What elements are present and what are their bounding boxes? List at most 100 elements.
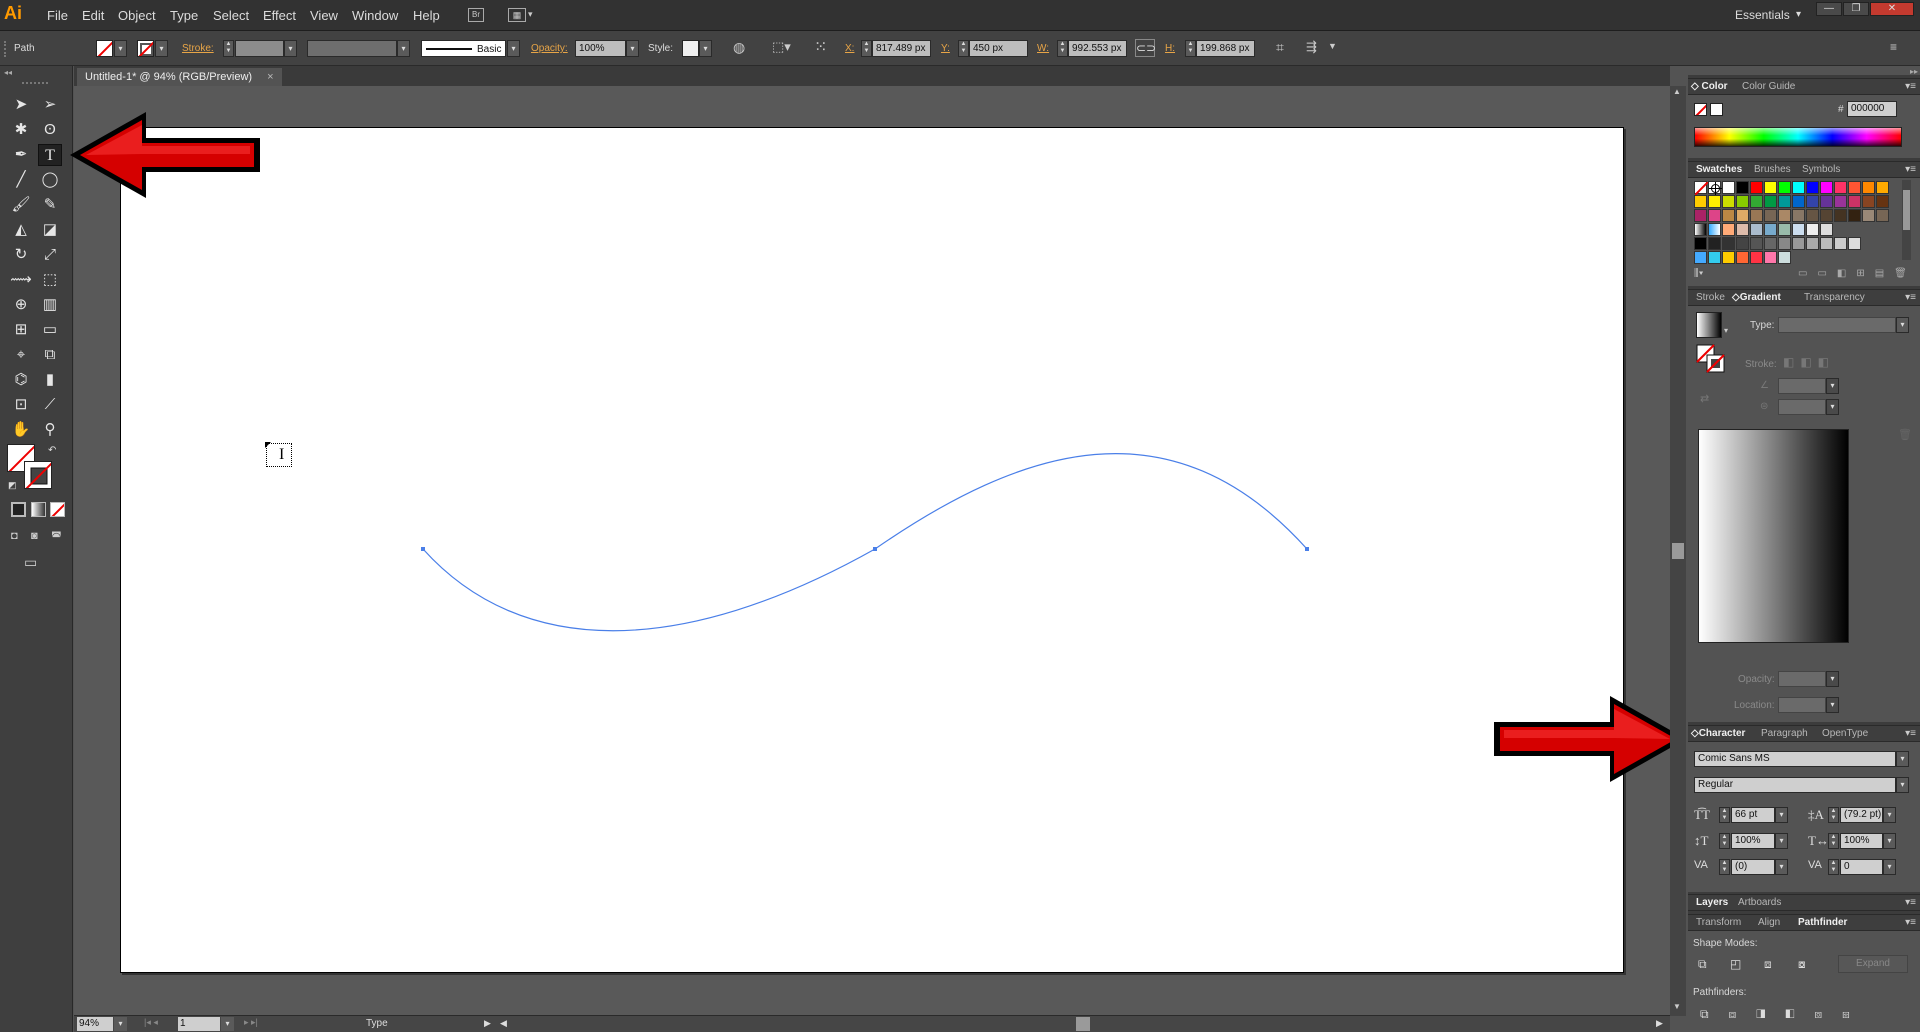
- tab-stroke[interactable]: Stroke: [1696, 292, 1725, 303]
- fill-color-swatch[interactable]: [1694, 103, 1707, 116]
- column-graph-icon[interactable]: ▮: [38, 369, 62, 391]
- tab-symbols[interactable]: Symbols: [1802, 164, 1840, 175]
- workspace-chevron-icon[interactable]: ▾: [1796, 9, 1801, 20]
- artboard-number[interactable]: 1: [178, 1017, 220, 1031]
- tab-pathfinder[interactable]: Pathfinder: [1798, 917, 1847, 928]
- stroke-gradient-modes-icon[interactable]: ◧◧◧: [1783, 355, 1835, 369]
- y-input[interactable]: 450 px: [969, 40, 1028, 57]
- swatch[interactable]: [1764, 223, 1777, 236]
- swatch[interactable]: [1694, 223, 1707, 236]
- tab-gradient[interactable]: ◇Gradient: [1732, 292, 1781, 303]
- swatch[interactable]: [1778, 181, 1791, 194]
- symbol-sprayer-icon[interactable]: ⌬: [9, 369, 33, 391]
- leading-stepper[interactable]: ▲ ▼: [1828, 807, 1839, 823]
- x-stepper[interactable]: ▲ ▼: [861, 40, 872, 57]
- swatch[interactable]: [1736, 237, 1749, 250]
- stop-opacity-dropdown[interactable]: ▾: [1826, 671, 1839, 687]
- opacity-input[interactable]: 100%: [575, 40, 626, 57]
- graphic-style-swatch[interactable]: [682, 40, 699, 57]
- swatch[interactable]: [1764, 181, 1777, 194]
- type-tool-icon[interactable]: T: [38, 144, 62, 166]
- last-artboard-icon[interactable]: ▸ ▸|: [244, 1017, 258, 1028]
- collapse-icon[interactable]: ◂◂: [4, 68, 12, 77]
- swatch[interactable]: [1778, 237, 1791, 250]
- align-to-icon[interactable]: ⬚▾: [772, 39, 791, 55]
- tab-color-guide[interactable]: Color Guide: [1742, 81, 1795, 92]
- brush-dropdown[interactable]: ▾: [507, 40, 520, 57]
- menu-file[interactable]: File: [47, 8, 68, 23]
- tab-align[interactable]: Align: [1758, 917, 1780, 928]
- tab-brushes[interactable]: Brushes: [1754, 164, 1791, 175]
- eyedropper-icon[interactable]: ⌖: [9, 344, 33, 366]
- scroll-up-icon[interactable]: ▲: [1673, 87, 1681, 96]
- none-mode-icon[interactable]: [50, 502, 65, 517]
- swatch[interactable]: [1750, 251, 1763, 264]
- perspective-grid-icon[interactable]: ▥: [38, 294, 62, 316]
- scale-icon[interactable]: ⤢: [38, 244, 62, 266]
- gradient-type-select[interactable]: [1778, 317, 1896, 333]
- swatch[interactable]: [1806, 209, 1819, 222]
- tab-artboards[interactable]: Artboards: [1738, 897, 1781, 908]
- swatch[interactable]: [1792, 223, 1805, 236]
- free-transform-icon[interactable]: ⬚: [38, 269, 62, 291]
- stroke-color-swatch[interactable]: [1710, 103, 1723, 116]
- swatch[interactable]: [1694, 251, 1707, 264]
- restore-button[interactable]: ❐: [1843, 2, 1869, 16]
- rotate-icon[interactable]: ↻: [9, 244, 33, 266]
- swatch[interactable]: [1848, 181, 1861, 194]
- constrain-proportions-icon[interactable]: ⊂⊃: [1135, 39, 1156, 57]
- horizontal-scale-stepper[interactable]: ▲ ▼: [1828, 833, 1839, 849]
- swatch[interactable]: [1736, 223, 1749, 236]
- swatch[interactable]: [1862, 209, 1875, 222]
- stroke-weight-dropdown[interactable]: ▾: [284, 40, 297, 57]
- opacity-dropdown[interactable]: ▾: [626, 40, 639, 57]
- document-tab[interactable]: Untitled-1* @ 94% (RGB/Preview) ×: [77, 68, 282, 86]
- intersect-icon[interactable]: ⧈: [1764, 957, 1772, 972]
- panel-menu-icon[interactable]: ▾≡: [1905, 897, 1916, 908]
- swatch[interactable]: [1736, 195, 1749, 208]
- swatch[interactable]: [1792, 237, 1805, 250]
- stroke-weight-stepper[interactable]: ▲ ▼: [223, 40, 234, 57]
- reverse-gradient-icon[interactable]: ⇄: [1700, 392, 1709, 405]
- aspect-ratio-dropdown[interactable]: ▾: [1826, 399, 1839, 415]
- swatch[interactable]: [1694, 209, 1707, 222]
- font-size-dropdown[interactable]: ▾: [1775, 807, 1788, 823]
- recolor-artwork-icon[interactable]: ◍: [733, 39, 745, 56]
- swatch[interactable]: [1750, 209, 1763, 222]
- hex-input[interactable]: 000000: [1847, 101, 1897, 117]
- status-menu-icon[interactable]: ▶: [484, 1018, 491, 1029]
- menu-help[interactable]: Help: [413, 8, 440, 23]
- pen-tool-icon[interactable]: ✒: [9, 144, 33, 166]
- swatch[interactable]: [1722, 251, 1735, 264]
- swatch[interactable]: [1750, 237, 1763, 250]
- vertical-scrollbar[interactable]: ▲ ▼: [1670, 86, 1686, 1016]
- pathfinder-operations-icon[interactable]: ⧉⧈◨◧⧇⧆: [1700, 1007, 1870, 1022]
- panel-menu-icon[interactable]: ▾≡: [1905, 164, 1916, 175]
- panel-menu-icon[interactable]: ▾≡: [1905, 81, 1916, 92]
- swatch[interactable]: [1876, 181, 1889, 194]
- gradient-mode-icon[interactable]: [31, 502, 46, 517]
- kerning-dropdown[interactable]: ▾: [1775, 859, 1788, 875]
- scroll-thumb[interactable]: [1672, 543, 1684, 559]
- paintbrush-icon[interactable]: 🖌: [9, 194, 33, 216]
- direct-selection-tool-icon[interactable]: ➢: [38, 94, 62, 116]
- brush-definition[interactable]: Basic: [421, 40, 506, 57]
- swatch[interactable]: [1862, 195, 1875, 208]
- tracking-input[interactable]: 0: [1840, 859, 1883, 875]
- h-stepper[interactable]: ▲ ▼: [1185, 40, 1196, 57]
- angle-dropdown[interactable]: ▾: [1826, 378, 1839, 394]
- draw-behind-icon[interactable]: ◙: [31, 530, 38, 542]
- w-stepper[interactable]: ▲ ▼: [1057, 40, 1068, 57]
- magic-wand-icon[interactable]: ✱: [9, 119, 33, 141]
- menu-view[interactable]: View: [310, 8, 338, 23]
- swatch[interactable]: [1792, 195, 1805, 208]
- bridge-icon[interactable]: Br: [468, 8, 484, 22]
- artboard-tool-icon[interactable]: ⊡: [9, 394, 33, 416]
- stop-opacity-input[interactable]: [1778, 671, 1826, 687]
- pencil-icon[interactable]: ✎: [38, 194, 62, 216]
- menu-type[interactable]: Type: [170, 8, 198, 23]
- swatch[interactable]: [1722, 237, 1735, 250]
- scroll-right-icon[interactable]: ▶: [1656, 1018, 1663, 1029]
- swatch[interactable]: [1736, 251, 1749, 264]
- selection-tool-icon[interactable]: ➤: [9, 94, 33, 116]
